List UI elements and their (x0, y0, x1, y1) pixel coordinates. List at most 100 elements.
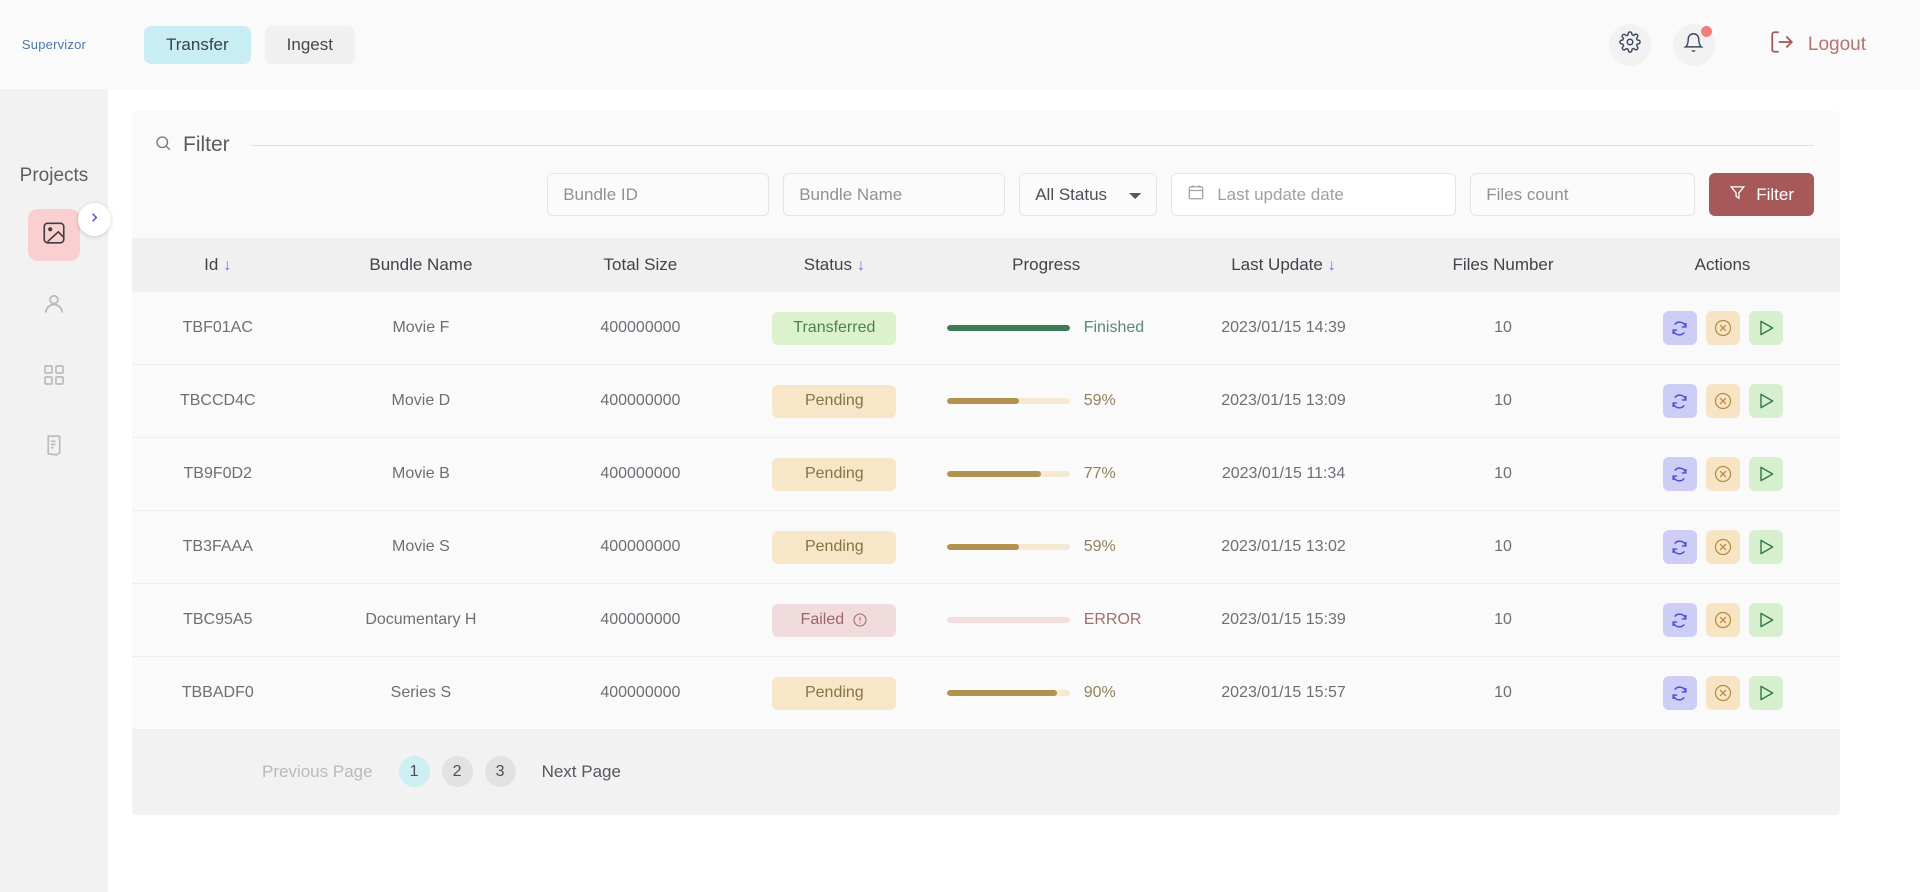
column-header-bundle-name: Bundle Name (304, 238, 539, 292)
retry-button[interactable] (1662, 603, 1697, 637)
previous-page-button[interactable]: Previous Page (262, 762, 373, 782)
alert-circle-icon (852, 612, 868, 628)
cancel-button[interactable] (1705, 457, 1740, 491)
cell-id: TBBADF0 (181, 684, 254, 701)
cancel-circle-icon (1713, 464, 1733, 484)
table-row[interactable]: TB3FAAA Movie S 400000000 Pending 59% 2023/01… (132, 510, 1840, 584)
brand-logo[interactable]: Supervizor (0, 37, 108, 52)
status-badge-label: Transferred (793, 319, 876, 336)
column-header-status[interactable]: Status ↓ (742, 238, 926, 292)
cell-id: TBCCD4C (179, 392, 256, 409)
table-head: Id ↓ Bundle Name Total Size Status ↓ Progress L… (132, 238, 1840, 292)
start-button[interactable] (1748, 603, 1783, 637)
settings-button[interactable] (1608, 23, 1651, 66)
last-update-date-field[interactable] (1171, 173, 1457, 216)
cell-actions (1605, 511, 1840, 584)
chevron-right-icon (87, 210, 102, 230)
table-row[interactable]: TBF01AC Movie F 400000000 Transferred Finish… (132, 292, 1840, 365)
progress-label: 59% (1083, 392, 1116, 409)
cell-id: TB9F0D2 (183, 465, 252, 482)
retry-button[interactable] (1662, 457, 1697, 491)
cancel-button[interactable] (1705, 311, 1740, 345)
progress-track (946, 617, 1070, 623)
sidebar-item-apps[interactable] (28, 351, 80, 403)
column-header-label: Bundle Name (369, 255, 473, 274)
start-button[interactable] (1748, 311, 1783, 345)
cancel-circle-icon (1713, 391, 1733, 411)
tab-ingest[interactable]: Ingest (264, 25, 355, 64)
cell-files-number: 10 (1494, 684, 1512, 701)
sidebar-expand-button[interactable] (78, 203, 111, 236)
image-icon (41, 220, 67, 251)
start-button[interactable] (1748, 457, 1783, 491)
progress-bar-group: 90% (926, 684, 1166, 702)
tab-transfer[interactable]: Transfer (144, 25, 251, 64)
progress-label: 59% (1083, 538, 1116, 555)
table-row[interactable]: TBC95A5 Documentary H 400000000 Failed ERROR… (132, 583, 1840, 657)
table-row[interactable]: TB9F0D2 Movie B 400000000 Pending 77% 2023/01… (132, 437, 1840, 511)
bundle-name-input[interactable] (783, 173, 1006, 216)
sidebar-title: Projects (19, 165, 89, 186)
page-number-2[interactable]: 2 (441, 756, 473, 787)
retry-button[interactable] (1662, 676, 1697, 710)
cancel-button[interactable] (1705, 603, 1740, 637)
sort-descending-icon[interactable]: ↓ (1328, 257, 1336, 274)
notifications-button[interactable] (1672, 23, 1715, 66)
column-header-progress: Progress (926, 238, 1166, 292)
progress-fill (946, 544, 1020, 550)
retry-button[interactable] (1662, 530, 1697, 564)
page-number-3[interactable]: 3 (484, 756, 516, 787)
logout-button[interactable]: Logout (1769, 29, 1866, 60)
table-row[interactable]: TBBADF0 Series S 400000000 Pending 90% 2023/0… (132, 656, 1840, 730)
cell-progress: ERROR (926, 584, 1166, 657)
sidebar-item-users[interactable] (28, 280, 80, 332)
cell-status: Pending (742, 657, 926, 730)
start-button[interactable] (1748, 530, 1783, 564)
play-icon (1756, 610, 1776, 630)
body: Projects Filter Bundle ID Bundle Name Al… (0, 89, 1920, 892)
column-header-last-update[interactable]: Last Update ↓ (1166, 238, 1401, 292)
filter-submit-label: Filter (1756, 184, 1794, 204)
start-button[interactable] (1748, 384, 1783, 418)
refresh-icon (1670, 684, 1689, 703)
refresh-icon (1670, 611, 1689, 630)
cell-progress: 90% (926, 657, 1166, 730)
progress-bar-group: ERROR (926, 611, 1166, 629)
cancel-button[interactable] (1705, 384, 1740, 418)
next-page-button[interactable]: Next Page (542, 762, 621, 782)
cell-bundle-name: Movie S (392, 538, 450, 555)
sidebar-items (0, 209, 108, 474)
progress-track (946, 544, 1070, 550)
last-update-date-input[interactable] (1217, 184, 1441, 205)
cancel-button[interactable] (1705, 530, 1740, 564)
retry-button[interactable] (1662, 311, 1697, 345)
status-select[interactable]: All StatusTransferredPendingFailed (1019, 173, 1158, 216)
page-number-1[interactable]: 1 (398, 756, 430, 787)
app-root: Supervizor Transfer Ingest Logout Projec… (0, 0, 1920, 892)
progress-track (946, 325, 1070, 331)
play-icon (1756, 391, 1776, 411)
filter-submit-button[interactable]: Filter (1709, 173, 1814, 216)
sidebar-item-projects[interactable] (28, 209, 80, 261)
files-count-input[interactable] (1470, 173, 1696, 216)
column-header-label: Files Number (1452, 255, 1554, 274)
start-button[interactable] (1748, 676, 1783, 710)
column-header-id[interactable]: Id ↓ (132, 238, 304, 292)
cancel-button[interactable] (1705, 676, 1740, 710)
sort-descending-icon[interactable]: ↓ (857, 257, 865, 274)
progress-bar-group: 59% (926, 392, 1166, 410)
sort-descending-icon[interactable]: ↓ (223, 257, 231, 274)
progress-label: 90% (1083, 684, 1116, 701)
grid-icon (42, 363, 66, 392)
retry-button[interactable] (1662, 384, 1697, 418)
status-badge: Pending (772, 457, 897, 491)
status-badge: Pending (772, 530, 897, 564)
table-row[interactable]: TBCCD4C Movie D 400000000 Pending 59% 2023/01… (132, 364, 1840, 438)
bundle-id-input[interactable] (547, 173, 770, 216)
cell-actions (1605, 657, 1840, 730)
column-header-label: Status (803, 255, 852, 274)
sidebar-item-reports[interactable] (28, 422, 80, 474)
progress-fill (946, 690, 1058, 696)
search-icon (154, 134, 172, 157)
cell-last-update: 2023/01/15 14:39 (1221, 319, 1346, 336)
